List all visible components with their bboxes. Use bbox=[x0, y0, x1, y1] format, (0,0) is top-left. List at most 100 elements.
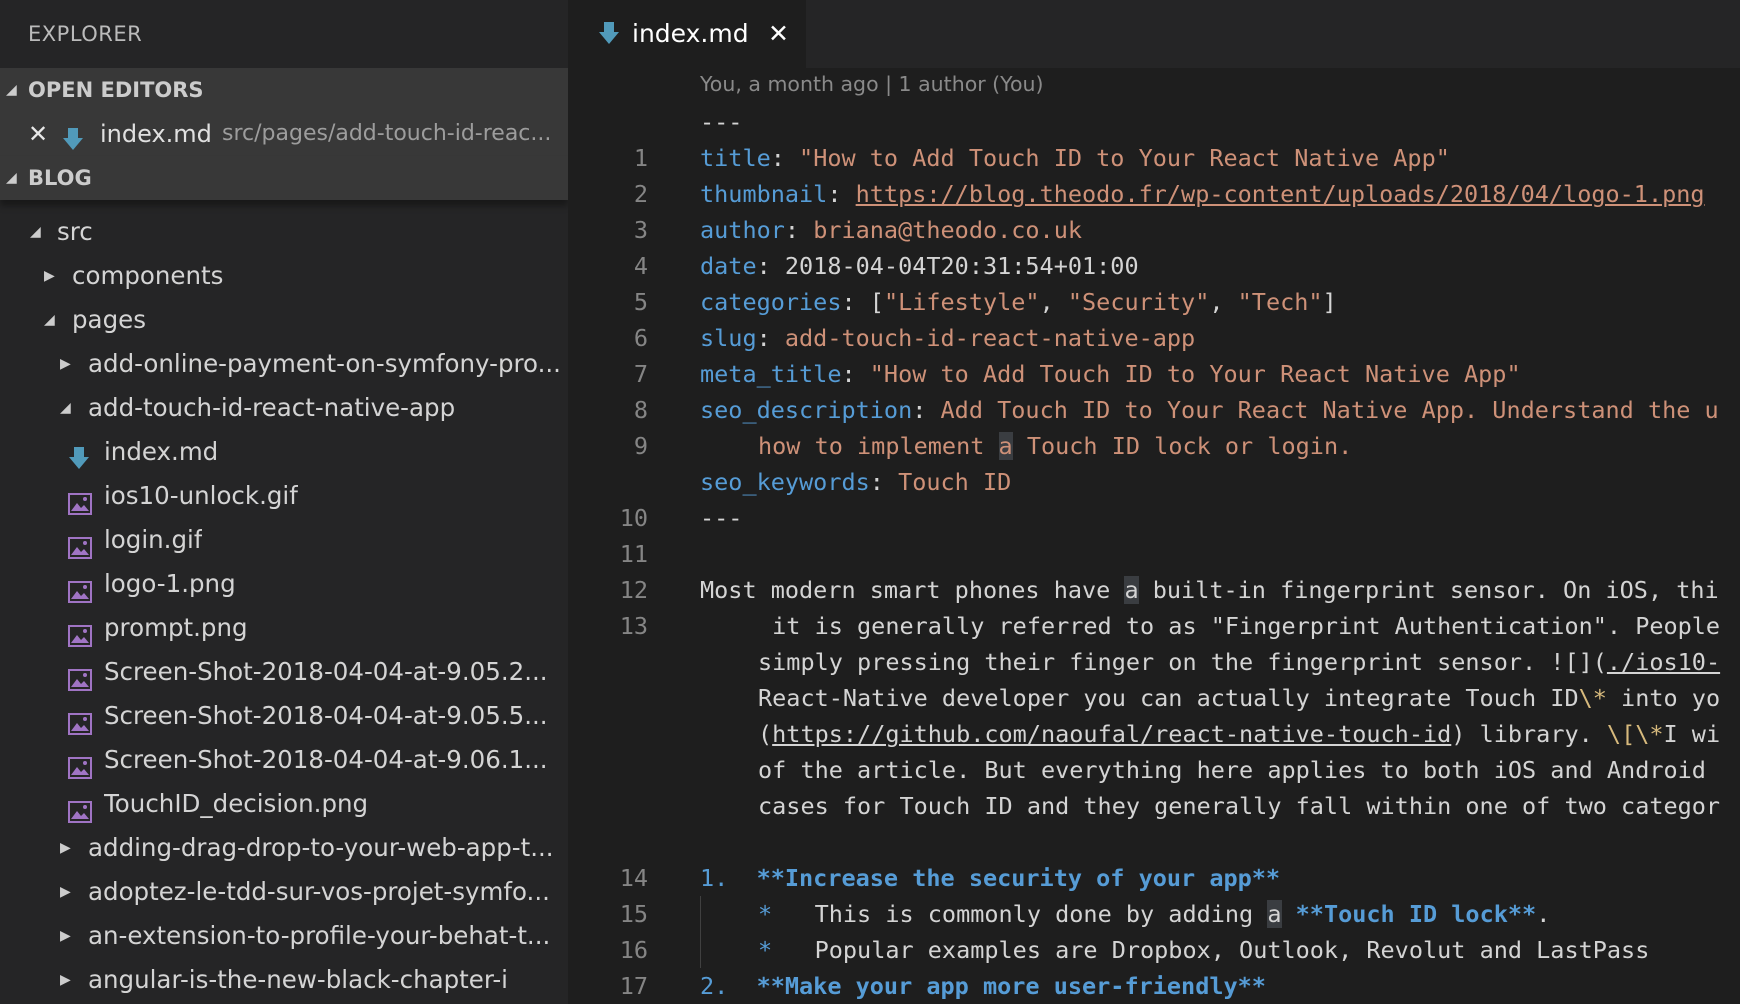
chevron-right-icon: ▶ bbox=[60, 928, 71, 944]
image-file-icon bbox=[68, 617, 92, 650]
code-line: 8 meta_title: "How to Add Touch ID to Yo… bbox=[568, 356, 1740, 424]
tree-file-index-md[interactable]: index.md bbox=[0, 430, 568, 474]
chevron-right-icon: ▶ bbox=[60, 884, 71, 900]
code-line: 3 thumbnail: https://blog.theodo.fr/wp-c… bbox=[568, 176, 1740, 244]
chevron-down-icon: ◢ bbox=[30, 224, 41, 240]
line-text: cases for Touch ID and they generally fa… bbox=[758, 792, 1721, 820]
code-line-wrapped: (https://github.com/naoufal/react-native… bbox=[568, 716, 1740, 752]
image-file-icon bbox=[68, 573, 92, 606]
image-file-icon bbox=[68, 529, 92, 562]
chevron-down-icon: ◢ bbox=[44, 312, 55, 328]
code-line-wrapped: of the article. But everything here appl… bbox=[568, 752, 1740, 788]
code-line: 9 seo_description: Add Touch ID to Your … bbox=[568, 392, 1740, 460]
tree-file-image[interactable]: TouchID_decision.png bbox=[0, 782, 568, 826]
code-line-wrapped: React-Native developer you can actually … bbox=[568, 680, 1740, 716]
tree-folder-add-online-payment[interactable]: ▶ add-online-payment-on-symfony-pro... bbox=[0, 342, 568, 386]
code-line: 14 bbox=[568, 824, 1740, 892]
code-line: 17 * Popular examples are Dropbox, Outlo… bbox=[568, 932, 1740, 1000]
chevron-right-icon: ▶ bbox=[60, 840, 71, 856]
tree-file-image[interactable]: Screen-Shot-2018-04-04-at-9.05.5... bbox=[0, 694, 568, 738]
code-line: 13 Most modern smart phones have a built… bbox=[568, 572, 1740, 640]
code-line-wrapped: it is generally referred to as "Fingerpr… bbox=[568, 608, 1740, 644]
close-icon[interactable]: ✕ bbox=[28, 112, 48, 156]
line-text: author: briana@theodo.co.uk bbox=[700, 216, 1083, 244]
code-line: 18 2. **Make your app more user-friendly… bbox=[568, 968, 1740, 1004]
line-text: it is generally referred to as "Fingerpr… bbox=[758, 612, 1721, 640]
tree-folder-adding-drag-drop[interactable]: ▶ adding-drag-drop-to-your-web-app-t... bbox=[0, 826, 568, 870]
tree-file-image[interactable]: ios10-unlock.gif bbox=[0, 474, 568, 518]
line-text: how to implement a Touch ID lock or logi… bbox=[758, 432, 1353, 460]
code-line: 4 author: briana@theodo.co.uk bbox=[568, 212, 1740, 280]
code-line: 10 seo_keywords: Touch ID bbox=[568, 464, 1740, 532]
line-text: thumbnail: https://blog.theodo.fr/wp-con… bbox=[700, 180, 1705, 208]
github-link[interactable]: https://github.com/naoufal/react-native-… bbox=[772, 720, 1451, 748]
code-line: 6 categories: ["Lifestyle", "Security", … bbox=[568, 284, 1740, 352]
open-editors-label: OPEN EDITORS bbox=[28, 78, 204, 102]
code-line: 1 --- bbox=[568, 104, 1740, 172]
tree-folder-add-touch-id[interactable]: ◢ add-touch-id-react-native-app bbox=[0, 386, 568, 430]
line-text: date: 2018-04-04T20:31:54+01:00 bbox=[700, 252, 1139, 280]
open-editor-path: src/pages/add-touch-id-reac... bbox=[222, 121, 552, 146]
indent-guide bbox=[700, 932, 701, 968]
git-blame-annotation[interactable]: You, a month ago | 1 author (You) bbox=[700, 72, 1044, 96]
open-editor-item[interactable]: ✕ index.md src/pages/add-touch-id-reac..… bbox=[0, 112, 568, 156]
code-line: 11 --- bbox=[568, 500, 1740, 568]
line-text: 2. **Make your app more user-friendly** bbox=[700, 972, 1266, 1000]
line-text: seo_description: Add Touch ID to Your Re… bbox=[700, 396, 1719, 424]
chevron-down-icon: ◢ bbox=[60, 400, 71, 416]
tree-folder-adoptez-le-tdd[interactable]: ▶ adoptez-le-tdd-sur-vos-projet-symfo... bbox=[0, 870, 568, 914]
line-text: * Popular examples are Dropbox, Outlook,… bbox=[758, 936, 1650, 964]
chevron-right-icon: ▶ bbox=[60, 972, 71, 988]
line-text: --- bbox=[700, 504, 743, 532]
line-text: --- bbox=[700, 108, 743, 136]
image-file-icon bbox=[68, 485, 92, 518]
code-line: 5 date: 2018-04-04T20:31:54+01:00 bbox=[568, 248, 1740, 316]
line-text: slug: add-touch-id-react-native-app bbox=[700, 324, 1196, 352]
code-line: 7 slug: add-touch-id-react-native-app bbox=[568, 320, 1740, 388]
code-line: 16 * This is commonly done by adding a *… bbox=[568, 896, 1740, 964]
close-icon[interactable]: ✕ bbox=[768, 0, 789, 68]
tree-folder-an-extension[interactable]: ▶ an-extension-to-profile-your-behat-t..… bbox=[0, 914, 568, 958]
blog-header[interactable]: ◢ BLOG bbox=[0, 156, 568, 200]
indent-guide bbox=[700, 896, 701, 932]
code-line: 15 1. **Increase the security of your ap… bbox=[568, 860, 1740, 928]
file-tree: ◢ src ▶ components ◢ pages ▶ add-online-… bbox=[0, 200, 568, 1002]
open-editors-header[interactable]: ◢ OPEN EDITORS bbox=[0, 68, 568, 112]
code-line-wrapped: cases for Touch ID and they generally fa… bbox=[568, 788, 1740, 824]
code-editor[interactable]: 1 --- 2 title: "How to Add Touch ID to Y… bbox=[568, 104, 1740, 1004]
code-line: 2 title: "How to Add Touch ID to Your Re… bbox=[568, 140, 1740, 208]
tab-label: index.md bbox=[632, 19, 749, 48]
tab-index-md[interactable]: index.md ✕ bbox=[568, 0, 806, 68]
markdown-file-icon bbox=[598, 22, 620, 50]
line-text: simply pressing their finger on the fing… bbox=[758, 648, 1721, 676]
chevron-down-icon: ◢ bbox=[6, 82, 17, 98]
image-file-icon bbox=[68, 793, 92, 826]
markdown-file-icon bbox=[62, 122, 84, 156]
tree-folder-src[interactable]: ◢ src bbox=[0, 210, 568, 254]
image-file-icon bbox=[68, 749, 92, 782]
editor-area: index.md ✕ You, a month ago | 1 author (… bbox=[568, 0, 1740, 1004]
line-text: * This is commonly done by adding a **To… bbox=[758, 900, 1551, 928]
chevron-right-icon: ▶ bbox=[60, 356, 71, 372]
markdown-file-icon bbox=[68, 441, 90, 474]
blog-label: BLOG bbox=[28, 166, 92, 190]
line-text: categories: ["Lifestyle", "Security", "T… bbox=[700, 288, 1337, 316]
tree-file-image[interactable]: Screen-Shot-2018-04-04-at-9.05.2... bbox=[0, 650, 568, 694]
tree-folder-components[interactable]: ▶ components bbox=[0, 254, 568, 298]
tree-file-image[interactable]: logo-1.png bbox=[0, 562, 568, 606]
line-text: meta_title: "How to Add Touch ID to Your… bbox=[700, 360, 1521, 388]
tab-bar: index.md ✕ bbox=[568, 0, 1740, 68]
open-editor-name: index.md bbox=[100, 120, 212, 148]
tree-file-image[interactable]: Screen-Shot-2018-04-04-at-9.06.1... bbox=[0, 738, 568, 782]
image-file-icon bbox=[68, 705, 92, 738]
code-line: 12 bbox=[568, 536, 1740, 604]
thumbnail-link[interactable]: https://blog.theodo.fr/wp-content/upload… bbox=[856, 180, 1705, 208]
tree-folder-pages[interactable]: ◢ pages bbox=[0, 298, 568, 342]
tree-file-image[interactable]: login.gif bbox=[0, 518, 568, 562]
tree-folder-angular[interactable]: ▶ angular-is-the-new-black-chapter-i bbox=[0, 958, 568, 1002]
line-text: (https://github.com/naoufal/react-native… bbox=[758, 720, 1721, 748]
tree-file-image[interactable]: prompt.png bbox=[0, 606, 568, 650]
code-line-wrapped: how to implement a Touch ID lock or logi… bbox=[568, 428, 1740, 464]
chevron-down-icon: ◢ bbox=[6, 170, 17, 186]
code-line-wrapped: simply pressing their finger on the fing… bbox=[568, 644, 1740, 680]
